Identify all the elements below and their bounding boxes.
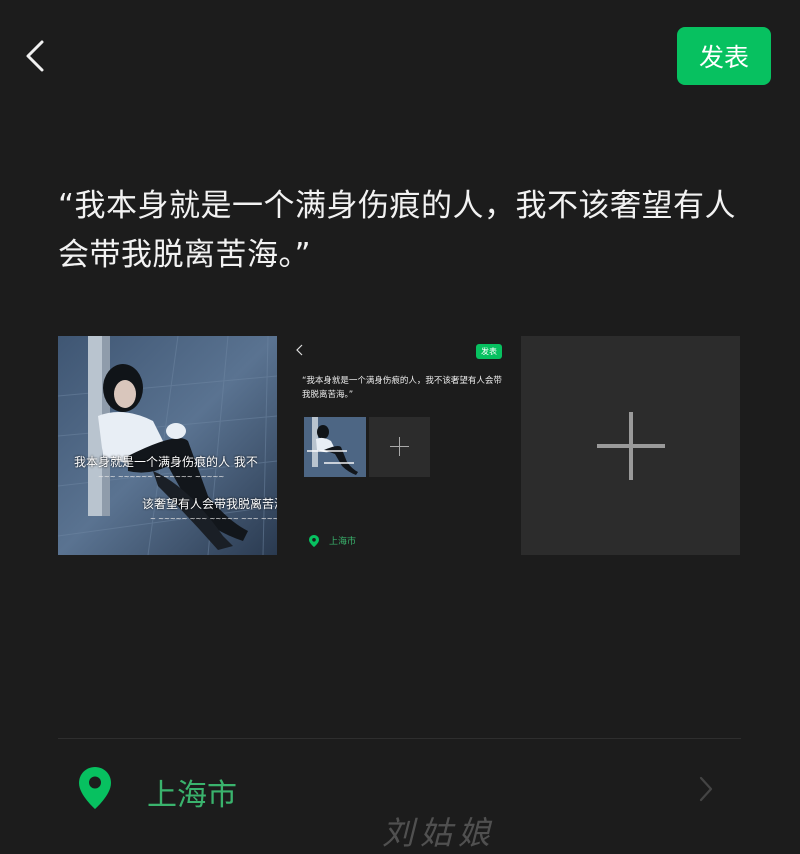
chevron-left-icon xyxy=(26,40,44,72)
add-image-button[interactable] xyxy=(521,336,740,555)
overlay-script-2: ~ ~~~~~ ~~~ ~~~~~ ~~~ ~~~ xyxy=(150,515,277,523)
image-thumbnail-1[interactable]: 我本身就是一个满身伤痕的人 我不 ~~~ ~~~~~~ ~ ~~~~~ ~~~~… xyxy=(58,336,277,555)
mini-add-image xyxy=(369,417,430,477)
post-text-input[interactable]: “我本身就是一个满身伤痕的人，我不该奢望有人会带我脱离苦海。” xyxy=(58,182,748,280)
divider xyxy=(58,738,741,739)
chevron-right-icon xyxy=(699,776,713,802)
location-label: 上海市 xyxy=(147,778,237,813)
mini-publish-button: 发表 xyxy=(476,344,502,359)
overlay-caption-1: 我本身就是一个满身伤痕的人 我不 xyxy=(74,455,258,469)
location-pin-icon xyxy=(79,767,111,809)
image-thumbnail-2[interactable]: 发表 “我本身就是一个满身伤痕的人，我不该奢望有人会带我脱离苦海。” 上海市 xyxy=(289,336,508,555)
mini-chevron-left-icon xyxy=(296,344,303,356)
mini-location-pin-icon xyxy=(309,535,319,547)
mini-location-label: 上海市 xyxy=(329,537,357,547)
mini-photo xyxy=(304,417,366,477)
back-button[interactable] xyxy=(18,36,58,76)
publish-button[interactable]: 发表 xyxy=(677,27,771,85)
mini-post-text: “我本身就是一个满身伤痕的人，我不该奢望有人会带我脱离苦海。” xyxy=(302,376,502,400)
overlay-caption-2: 该奢望有人会带我脱离苦海 xyxy=(142,497,277,511)
overlay-script-1: ~~~ ~~~~~~ ~ ~~~~~ ~~~~~ xyxy=(98,473,225,481)
watermark: 刘姑娘 xyxy=(382,814,497,852)
